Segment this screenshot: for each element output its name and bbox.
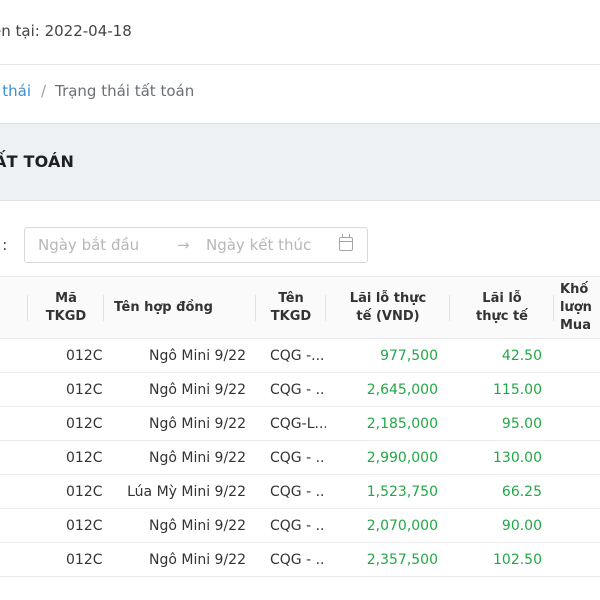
header-volume[interactable]: Khố lượn Mua bbox=[554, 276, 600, 339]
cell-pnl-vnd: 1,523,750 bbox=[326, 474, 450, 509]
cell-tkgd-name: CQG - ... bbox=[256, 372, 326, 407]
cell-volume bbox=[554, 406, 600, 441]
breadcrumb: g thái / Trạng thái tất toán bbox=[0, 82, 194, 100]
calendar-icon[interactable] bbox=[339, 234, 353, 251]
cell-volume bbox=[554, 338, 600, 373]
arrow-right-icon: → bbox=[177, 236, 190, 254]
date-filter-label: p : bbox=[0, 236, 8, 254]
cell-code: 012C... bbox=[28, 440, 104, 475]
row-index-cell bbox=[0, 542, 28, 577]
section-header: ẤT TOÁN bbox=[0, 123, 600, 201]
end-date-input[interactable]: Ngày kết thúc bbox=[206, 236, 311, 254]
cell-contract: Ngô Mini 9/22 bbox=[104, 406, 256, 441]
cell-volume bbox=[554, 508, 600, 543]
table-header-row: Mã TKGD Tên hợp đồng Tên TKGD Lãi lỗ thự… bbox=[0, 276, 600, 339]
cell-pnl: 66.25 bbox=[450, 474, 554, 509]
cell-pnl: 42.50 bbox=[450, 338, 554, 373]
row-index-cell bbox=[0, 372, 28, 407]
cell-volume bbox=[554, 542, 600, 577]
table-row[interactable]: 012C...Ngô Mini 9/22CQG - ...2,070,00090… bbox=[0, 508, 600, 543]
page-title: ẤT TOÁN bbox=[0, 152, 75, 171]
breadcrumb-parent-link[interactable]: g thái bbox=[0, 82, 31, 100]
cell-pnl: 115.00 bbox=[450, 372, 554, 407]
cell-pnl: 95.00 bbox=[450, 406, 554, 441]
cell-pnl-vnd: 2,070,000 bbox=[326, 508, 450, 543]
top-bar: ện tại: 2022-04-18 bbox=[0, 0, 600, 65]
cell-pnl-vnd: 977,500 bbox=[326, 338, 450, 373]
row-index-cell bbox=[0, 440, 28, 475]
table-row[interactable]: 012C...Ngô Mini 9/22CQG - ...2,357,50010… bbox=[0, 542, 600, 577]
header-pnl[interactable]: Lãi lỗ thực tế bbox=[450, 276, 554, 339]
row-index-cell bbox=[0, 508, 28, 543]
breadcrumb-separator: / bbox=[41, 82, 47, 100]
cell-pnl-vnd: 2,990,000 bbox=[326, 440, 450, 475]
cell-tkgd-name: CQG -... bbox=[256, 338, 326, 373]
cell-volume bbox=[554, 474, 600, 509]
breadcrumb-current: Trạng thái tất toán bbox=[55, 82, 195, 100]
header-tkgd-name[interactable]: Tên TKGD bbox=[256, 276, 326, 339]
header-index bbox=[0, 276, 28, 339]
cell-contract: Ngô Mini 9/22 bbox=[104, 440, 256, 475]
cell-pnl-vnd: 2,645,000 bbox=[326, 372, 450, 407]
cell-contract: Ngô Mini 9/22 bbox=[104, 338, 256, 373]
start-date-input[interactable]: Ngày bắt đầu bbox=[38, 236, 139, 254]
cell-pnl: 90.00 bbox=[450, 508, 554, 543]
cell-code: 012C... bbox=[28, 406, 104, 441]
cell-pnl-vnd: 2,185,000 bbox=[326, 406, 450, 441]
settlement-table: Mã TKGD Tên hợp đồng Tên TKGD Lãi lỗ thự… bbox=[0, 276, 600, 577]
cell-tkgd-name: CQG - ... bbox=[256, 508, 326, 543]
cell-volume bbox=[554, 440, 600, 475]
cell-tkgd-name: CQG - ... bbox=[256, 440, 326, 475]
cell-pnl-vnd: 2,357,500 bbox=[326, 542, 450, 577]
cell-contract: Ngô Mini 9/22 bbox=[104, 542, 256, 577]
header-code[interactable]: Mã TKGD bbox=[28, 276, 104, 339]
row-index-cell bbox=[0, 474, 28, 509]
cell-code: 012C... bbox=[28, 542, 104, 577]
header-pnl-vnd[interactable]: Lãi lỗ thực tế (VND) bbox=[326, 276, 450, 339]
cell-volume bbox=[554, 372, 600, 407]
cell-code: 012C... bbox=[28, 474, 104, 509]
cell-code: 012C... bbox=[28, 338, 104, 373]
date-range-picker[interactable]: Ngày bắt đầu → Ngày kết thúc bbox=[24, 227, 368, 263]
cell-contract: Ngô Mini 9/22 bbox=[104, 508, 256, 543]
table-row[interactable]: 012C...Lúa Mỳ Mini 9/22CQG - ...1,523,75… bbox=[0, 474, 600, 509]
table-row[interactable]: 012C...Ngô Mini 9/22CQG -...977,50042.50 bbox=[0, 338, 600, 373]
cell-tkgd-name: CQG - ... bbox=[256, 474, 326, 509]
header-contract[interactable]: Tên hợp đồng bbox=[104, 276, 256, 339]
cell-pnl: 102.50 bbox=[450, 542, 554, 577]
session-date: ện tại: 2022-04-18 bbox=[0, 22, 132, 40]
cell-tkgd-name: CQG - ... bbox=[256, 542, 326, 577]
row-index-cell bbox=[0, 406, 28, 441]
cell-contract: Lúa Mỳ Mini 9/22 bbox=[104, 474, 256, 509]
cell-pnl: 130.00 bbox=[450, 440, 554, 475]
cell-tkgd-name: CQG-L... bbox=[256, 406, 326, 441]
cell-code: 012C... bbox=[28, 372, 104, 407]
table-row[interactable]: 012C...Ngô Mini 9/22CQG - ...2,990,00013… bbox=[0, 440, 600, 475]
table-row[interactable]: 012C...Ngô Mini 9/22CQG-L...2,185,00095.… bbox=[0, 406, 600, 441]
row-index-cell bbox=[0, 338, 28, 373]
cell-contract: Ngô Mini 9/22 bbox=[104, 372, 256, 407]
table-row[interactable]: 012C...Ngô Mini 9/22CQG - ...2,645,00011… bbox=[0, 372, 600, 407]
cell-code: 012C... bbox=[28, 508, 104, 543]
